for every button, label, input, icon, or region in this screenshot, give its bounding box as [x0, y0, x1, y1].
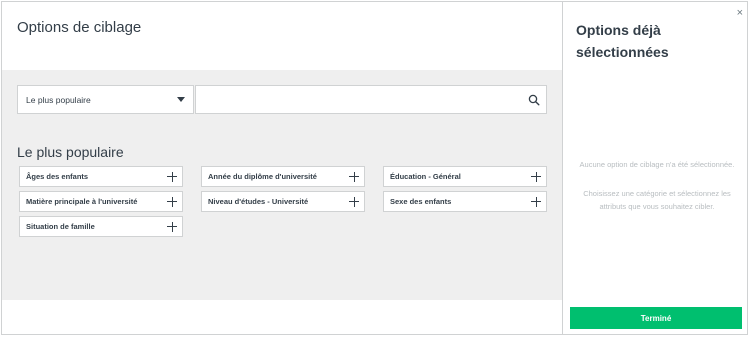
option-label: Situation de famille: [26, 222, 95, 231]
plus-icon: [167, 221, 177, 232]
dialog-title: Options de ciblage: [17, 19, 142, 36]
search-icon[interactable]: [528, 94, 540, 106]
search-input[interactable]: [196, 86, 516, 113]
plus-icon: [531, 171, 541, 182]
category-dropdown[interactable]: Le plus populaire: [17, 85, 194, 114]
option-children-gender[interactable]: Sexe des enfants: [383, 191, 547, 212]
close-icon[interactable]: ×: [737, 8, 743, 19]
plus-icon: [167, 196, 177, 207]
option-label: Sexe des enfants: [390, 197, 452, 206]
empty-state-message: Aucune option de ciblage n'a été sélecti…: [579, 160, 735, 169]
done-button[interactable]: Terminé: [570, 307, 742, 329]
plus-icon: [349, 171, 359, 182]
options-browser: Le plus populaire Le plus populaire Âges…: [2, 70, 562, 300]
option-graduation-year[interactable]: Année du diplôme d'université: [201, 166, 365, 187]
option-children-ages[interactable]: Âges des enfants: [19, 166, 183, 187]
option-education-general[interactable]: Éducation - Général: [383, 166, 547, 187]
option-label: Éducation - Général: [390, 172, 461, 181]
selected-options-panel: × Options déjà sélectionnées Aucune opti…: [562, 2, 747, 334]
option-label: Année du diplôme d'université: [208, 172, 317, 181]
targeting-options-pane: Options de ciblage Le plus populaire Le …: [2, 2, 562, 334]
section-title: Le plus populaire: [17, 144, 124, 160]
plus-icon: [349, 196, 359, 207]
chevron-down-icon: [177, 97, 185, 102]
option-education-level-university[interactable]: Niveau d'études - Université: [201, 191, 365, 212]
option-university-major[interactable]: Matière principale à l'université: [19, 191, 183, 212]
option-label: Âges des enfants: [26, 172, 89, 181]
search-field[interactable]: [195, 85, 547, 114]
selected-options-title: Options déjà sélectionnées: [576, 22, 669, 60]
option-label: Niveau d'études - Université: [208, 197, 309, 206]
plus-icon: [531, 196, 541, 207]
option-label: Matière principale à l'université: [26, 197, 138, 206]
option-marital-status[interactable]: Situation de famille: [19, 216, 183, 237]
targeting-options-dialog: Options de ciblage Le plus populaire Le …: [1, 1, 748, 335]
plus-icon: [167, 171, 177, 182]
empty-state-hint: Choisissez une catégorie et sélectionnez…: [583, 189, 731, 211]
category-dropdown-value: Le plus populaire: [26, 94, 91, 105]
